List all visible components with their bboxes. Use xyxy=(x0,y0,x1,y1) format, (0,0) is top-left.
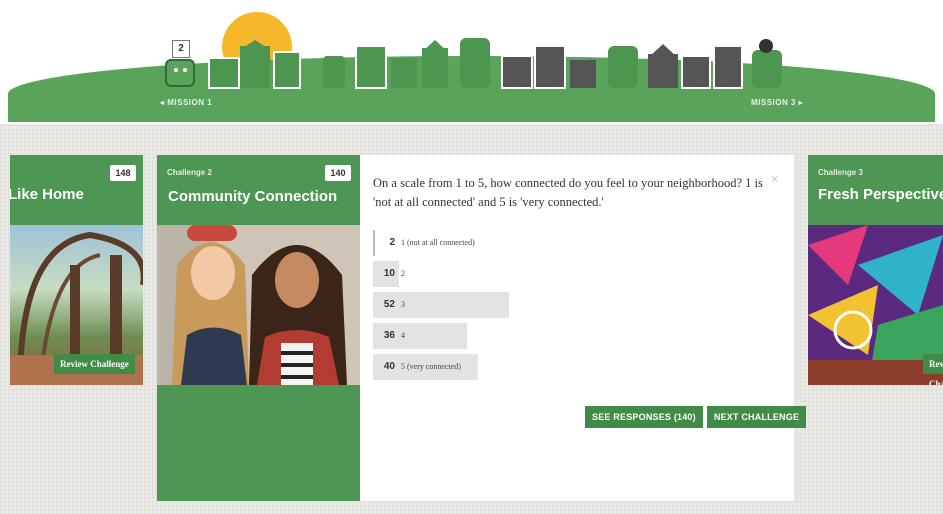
challenge-card-next[interactable]: Challenge 3 Fresh Perspective Review Cha… xyxy=(808,155,943,385)
mascot-icon xyxy=(165,59,195,87)
challenge-card-previous[interactable]: Like Home 148 Review Challenge xyxy=(10,155,143,385)
close-icon[interactable]: × xyxy=(771,171,779,186)
response-bar-4: 36 4 xyxy=(373,323,773,349)
bar-label: 5 (very connected) xyxy=(401,362,461,371)
response-bar-chart: 2 1 (not at all connected) 10 2 52 3 36 4 40 5 (v… xyxy=(373,230,773,385)
response-bar-1: 2 1 (not at all connected) xyxy=(373,230,773,256)
question-text: On a scale from 1 to 5, how connected do… xyxy=(373,176,763,209)
card-header: Challenge 3 Fresh Perspective xyxy=(808,155,943,225)
response-bar-2: 10 2 xyxy=(373,261,773,287)
bar-label: 4 xyxy=(401,331,405,340)
review-challenge-button[interactable]: Review Challenge xyxy=(54,354,135,374)
two-friends-photo xyxy=(157,225,360,385)
bar-count: 40 xyxy=(383,361,395,372)
question-panel: On a scale from 1 to 5, how connected do… xyxy=(360,155,807,501)
response-bar-3: 52 3 xyxy=(373,292,773,318)
bar-label: 2 xyxy=(401,269,405,278)
current-mission-badge: 2 xyxy=(172,40,190,58)
next-mission-link[interactable]: MISSION 3 ▸ xyxy=(751,98,803,107)
card-title: Community Connection xyxy=(168,188,338,205)
card-title: Like Home xyxy=(10,186,84,203)
card-header: Like Home 148 xyxy=(10,155,143,225)
response-count-badge: 148 xyxy=(110,165,136,181)
bar-count: 2 xyxy=(389,237,395,248)
next-challenge-button[interactable]: NEXT CHALLENGE xyxy=(706,406,807,428)
action-buttons: SEE RESPONSES (140) NEXT CHALLENGE xyxy=(585,406,807,428)
header-banner: 2 ◂ MISSION 1 MISSION 3 ▸ xyxy=(0,0,943,124)
challenge-number: Challenge 2 xyxy=(167,168,212,177)
challenge-number: Challenge 3 xyxy=(818,168,863,177)
card-title: Fresh Perspective xyxy=(818,186,943,203)
bar-label: 1 (not at all connected) xyxy=(401,238,475,247)
see-responses-button[interactable]: SEE RESPONSES (140) xyxy=(585,406,703,428)
response-count-badge: 140 xyxy=(325,165,351,181)
review-challenge-button[interactable]: Review Challenge xyxy=(923,354,943,385)
bar-label: 3 xyxy=(401,300,405,309)
challenge-card-current: Challenge 2 Community Connection 140 xyxy=(157,155,360,501)
bar-count: 36 xyxy=(383,330,395,341)
previous-mission-link[interactable]: ◂ MISSION 1 xyxy=(160,98,212,107)
bar-count: 52 xyxy=(383,299,395,310)
bar-count: 10 xyxy=(383,268,395,279)
response-bar-5: 40 5 (very connected) xyxy=(373,354,773,380)
